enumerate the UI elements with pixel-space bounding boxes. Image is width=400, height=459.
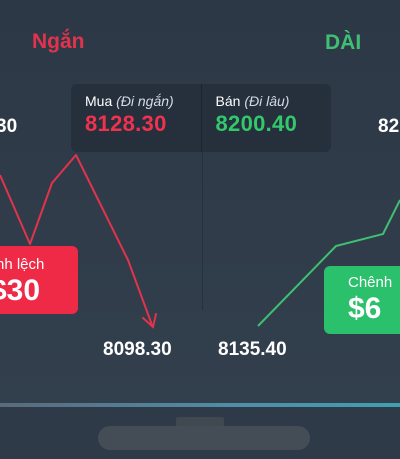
short-spread-label: nh lệch — [0, 256, 45, 273]
price-panel: Mua (Đi ngắn) 8128.30 Bán (Đi lâu) 8200.… — [71, 84, 331, 152]
trading-screen: Ngắn DÀI 30 82 Mua (Đi ngắn) 8128.30 Bán… — [0, 0, 400, 403]
long-spread-badge: Chênh $6 — [324, 266, 400, 334]
sell-price-box[interactable]: Bán (Đi lâu) 8200.40 — [200, 84, 332, 152]
buy-caption: Mua (Đi ngắn) — [85, 93, 174, 109]
buy-price: 8128.30 — [85, 111, 167, 136]
sell-price: 8200.40 — [215, 111, 298, 136]
buy-price-box[interactable]: Mua (Đi ngắn) 8128.30 — [71, 84, 201, 152]
short-spread-badge: nh lệch $30 — [0, 246, 78, 314]
sell-caption: Bán (Đi lâu) — [215, 93, 290, 109]
short-spread-value: $30 — [0, 274, 41, 307]
price-lines — [0, 154, 400, 329]
monitor-bezel — [0, 403, 400, 407]
long-low-price: 8135.40 — [218, 339, 287, 360]
short-low-price: 8098.30 — [103, 339, 172, 360]
long-spread-value: $6 — [348, 292, 382, 325]
long-spread-label: Chênh — [348, 274, 393, 291]
monitor-stand-base — [98, 426, 310, 450]
